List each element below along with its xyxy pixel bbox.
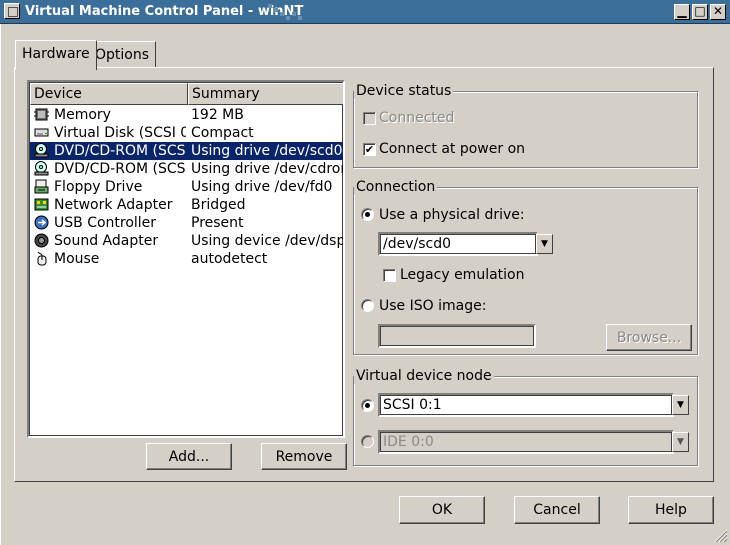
use-physical-drive-radio[interactable]: [361, 208, 374, 221]
scsi-node-select[interactable]: SCSI 0:1: [378, 393, 674, 417]
cdrom-icon: [34, 143, 49, 158]
connection-title: Connection: [354, 179, 438, 195]
device-row-mouse[interactable]: Mouse autodetect: [30, 250, 343, 268]
check-icon: ✔: [364, 143, 375, 156]
cdrom-icon: [34, 161, 49, 176]
device-name: DVD/CD-ROM (SCSI 0:2): [54, 161, 186, 177]
title-grip: [280, 12, 284, 16]
device-status-title: Device status: [354, 83, 454, 99]
add-button[interactable]: Add...: [146, 443, 232, 470]
title-bar[interactable]: Virtual Machine Control Panel - winNT ▁ …: [0, 0, 730, 24]
ide-node-select[interactable]: IDE 0:0: [378, 430, 674, 454]
window-menu-icon[interactable]: [4, 3, 20, 19]
title-grip: [286, 16, 290, 20]
column-header-summary[interactable]: Summary: [188, 83, 343, 105]
tab-hardware[interactable]: Hardware: [15, 40, 97, 70]
device-name: USB Controller: [54, 215, 157, 231]
legacy-emulation-checkbox[interactable]: [383, 269, 396, 282]
remove-button[interactable]: Remove: [261, 443, 347, 470]
device-summary: Using device /dev/dsp: [191, 233, 343, 249]
tab-options[interactable]: Options: [88, 41, 157, 68]
mouse-icon: [37, 251, 47, 266]
memory-icon: [34, 108, 49, 121]
device-row-sound-adapter[interactable]: Sound Adapter Using device /dev/dsp: [30, 232, 343, 250]
device-summary: Compact: [191, 125, 254, 141]
title-grip: [292, 12, 296, 16]
device-summary: Using drive /dev/cdrom: [191, 161, 343, 177]
connected-label: Connected: [379, 110, 455, 126]
connect-at-power-on-checkbox[interactable]: ✔: [363, 143, 376, 156]
browse-button[interactable]: Browse...: [606, 324, 692, 351]
device-name: DVD/CD-ROM (SCSI 0:1): [54, 143, 186, 159]
connected-checkbox[interactable]: [363, 112, 376, 125]
iso-image-input[interactable]: [378, 324, 536, 348]
device-summary: Using drive /dev/scd0: [191, 143, 343, 159]
window-title: Virtual Machine Control Panel - winNT: [25, 4, 304, 19]
network-icon: [34, 198, 49, 211]
device-summary: Using drive /dev/fd0: [191, 179, 333, 195]
device-row-dvd-cdrom-2[interactable]: DVD/CD-ROM (SCSI 0:2) Using drive /dev/c…: [30, 160, 343, 178]
title-grip: [274, 8, 278, 12]
use-physical-drive-label: Use a physical drive:: [379, 207, 525, 223]
speaker-icon: [34, 233, 49, 248]
chevron-down-icon[interactable]: ▼: [672, 395, 689, 415]
device-name: Virtual Disk (SCSI 0:0): [54, 125, 186, 141]
device-summary: autodetect: [191, 251, 268, 267]
usb-icon: [34, 215, 49, 230]
resize-grip-icon[interactable]: [712, 527, 728, 543]
help-button[interactable]: Help: [628, 496, 714, 524]
device-row-virtual-disk[interactable]: Virtual Disk (SCSI 0:0) Compact: [30, 124, 343, 142]
cancel-button[interactable]: Cancel: [514, 496, 600, 524]
device-row-usb-controller[interactable]: USB Controller Present: [30, 214, 343, 232]
device-list[interactable]: Device Summary Memory 192 MB Virtual Dis…: [27, 80, 345, 438]
floppy-icon: [34, 179, 49, 194]
device-summary: Bridged: [191, 197, 246, 213]
device-name: Memory: [54, 107, 111, 123]
legacy-emulation-label: Legacy emulation: [400, 267, 525, 283]
close-button[interactable]: ✕: [710, 4, 726, 20]
chevron-down-icon[interactable]: ▼: [672, 432, 689, 452]
use-iso-image-label: Use ISO image:: [379, 298, 487, 314]
physical-drive-select[interactable]: /dev/scd0: [378, 232, 538, 256]
device-row-network-adapter[interactable]: Network Adapter Bridged: [30, 196, 343, 214]
minimize-button[interactable]: ▁: [674, 4, 690, 20]
use-iso-image-radio[interactable]: [361, 299, 374, 312]
maximize-button[interactable]: □: [692, 4, 708, 20]
device-name: Network Adapter: [54, 197, 173, 213]
chevron-down-icon[interactable]: ▼: [536, 234, 553, 254]
column-header-device[interactable]: Device: [30, 83, 188, 105]
device-row-floppy[interactable]: Floppy Drive Using drive /dev/fd0: [30, 178, 343, 196]
title-grip: [268, 4, 272, 8]
device-row-memory[interactable]: Memory 192 MB: [30, 106, 343, 124]
device-summary: 192 MB: [191, 107, 244, 123]
ok-button[interactable]: OK: [399, 496, 485, 524]
scsi-radio[interactable]: [361, 399, 374, 412]
device-row-dvd-cdrom-1[interactable]: DVD/CD-ROM (SCSI 0:1) Using drive /dev/s…: [30, 142, 343, 160]
device-summary: Present: [191, 215, 244, 231]
tab-panel: Device Summary Memory 192 MB Virtual Dis…: [14, 67, 714, 482]
virtual-device-node-title: Virtual device node: [354, 368, 494, 384]
device-name: Floppy Drive: [54, 179, 143, 195]
connect-at-power-on-label: Connect at power on: [379, 141, 526, 157]
device-name: Sound Adapter: [54, 233, 159, 249]
ide-radio[interactable]: [361, 435, 374, 448]
title-grip: [298, 16, 302, 20]
device-name: Mouse: [54, 251, 100, 267]
disk-icon: [34, 128, 49, 137]
